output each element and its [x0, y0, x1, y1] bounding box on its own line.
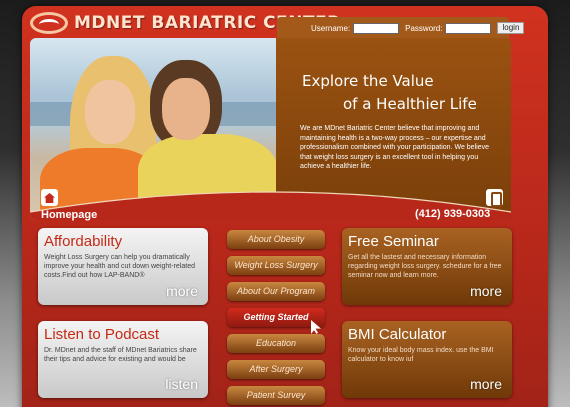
hero-banner: Explore the Value of a Healthier Life We… — [30, 38, 511, 220]
listen-link[interactable]: listen — [165, 376, 198, 392]
password-input[interactable] — [445, 22, 492, 34]
seminar-card[interactable]: Free Seminar Get all the lastest and nec… — [342, 228, 512, 305]
more-link[interactable]: more — [470, 376, 502, 392]
hero-title-line1: Explore the Value — [302, 72, 434, 90]
card-body: Dr. MDnet and the staff of MDnet Bariatr… — [44, 347, 197, 363]
card-title: Listen to Podcast — [44, 326, 160, 343]
home-icon — [41, 189, 58, 206]
card-body: Get all the lastest and necessary inform… — [348, 254, 502, 279]
card-body: Weight Loss Surgery can help you dramati… — [44, 254, 195, 279]
nav-about-obesity[interactable]: About Obesity — [227, 230, 325, 249]
phone-number: (412) 939-0303 — [415, 208, 491, 220]
login-button[interactable]: login — [497, 22, 525, 34]
affordability-card[interactable]: Affordability Weight Loss Surgery can he… — [38, 228, 208, 305]
password-label: Password: — [405, 23, 443, 33]
card-title: BMI Calculator — [348, 326, 447, 343]
card-body: Know your ideal body mass index. use the… — [348, 347, 494, 363]
homepage-label: Homepage — [41, 209, 98, 221]
nav-education[interactable]: Education — [227, 334, 325, 353]
phone-icon — [486, 189, 503, 207]
card-title: Free Seminar — [348, 233, 439, 250]
username-label: Username: — [311, 23, 351, 33]
podcast-card[interactable]: Listen to Podcast Dr. MDnet and the staf… — [38, 321, 208, 398]
nav-patient-survey[interactable]: Patient Survey — [227, 386, 325, 405]
more-link[interactable]: more — [470, 283, 502, 299]
bmi-card[interactable]: BMI Calculator Know your ideal body mass… — [342, 321, 512, 398]
nav-after-surgery[interactable]: After Surgery — [227, 360, 325, 379]
card-title: Affordability — [44, 233, 123, 250]
logo-mark-icon — [30, 12, 68, 34]
nav-getting-started[interactable]: Getting Started — [227, 308, 325, 327]
hero-title-line2: of a Healthier Life — [343, 95, 477, 113]
nav-weight-loss-surgery[interactable]: Weight Loss Surgery — [227, 256, 325, 275]
username-input[interactable] — [353, 22, 400, 34]
login-bar: Username: Password: login — [277, 17, 525, 39]
nav-about-our-program[interactable]: About Our Program — [227, 282, 325, 301]
more-link[interactable]: more — [166, 283, 198, 299]
hero-body: We are MDnet Bariatric Center believe th… — [300, 125, 489, 170]
